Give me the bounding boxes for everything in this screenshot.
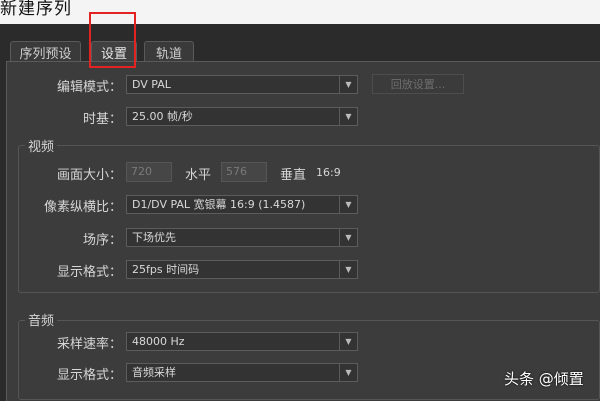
timebase-value: 25.00 帧/秒 — [132, 110, 193, 123]
video-display-format-value: 25fps 时间码 — [132, 263, 200, 276]
tab-label: 轨道 — [155, 46, 182, 62]
video-section-title: 视频 — [25, 136, 58, 155]
sample-rate-label: 采样速率： — [56, 337, 122, 352]
sample-rate-value: 48000 Hz — [132, 335, 185, 348]
pixel-aspect-value: D1/DV PAL 宽银幕 16:9 (1.4587) — [132, 198, 306, 211]
pixel-aspect-select[interactable]: D1/DV PAL 宽银幕 16:9 (1.4587) ▼ — [126, 195, 358, 214]
field-order-label: 场序： — [82, 233, 122, 248]
vertical-label: 垂直 — [280, 168, 307, 183]
edit-mode-label: 编辑模式： — [56, 80, 122, 95]
frame-height-input[interactable]: 576 — [221, 162, 267, 182]
chevron-down-icon: ▼ — [339, 261, 357, 278]
dialog-title-bar: 新建序列 — [0, 0, 600, 24]
video-display-format-select[interactable]: 25fps 时间码 ▼ — [126, 260, 358, 279]
frame-width-input[interactable]: 720 — [126, 162, 172, 182]
field-order-value: 下场优先 — [132, 231, 176, 244]
audio-display-format-select[interactable]: 音频采样 ▼ — [126, 363, 358, 382]
chevron-down-icon: ▼ — [339, 333, 357, 350]
dialog-title: 新建序列 — [0, 0, 72, 19]
tab-strip — [0, 24, 600, 60]
playback-settings-button[interactable]: 回放设置... — [372, 74, 464, 94]
video-display-format-label: 显示格式： — [56, 265, 122, 280]
tab-label: 序列预设 — [19, 46, 72, 62]
field-order-select[interactable]: 下场优先 ▼ — [126, 228, 358, 247]
edit-mode-value: DV PAL — [132, 78, 171, 91]
tab-tracks[interactable]: 轨道 — [144, 41, 194, 62]
chevron-down-icon: ▼ — [339, 76, 357, 93]
audio-display-format-value: 音频采样 — [132, 366, 176, 379]
audio-section-title: 音频 — [25, 310, 58, 329]
sample-rate-select[interactable]: 48000 Hz ▼ — [126, 332, 358, 351]
chevron-down-icon: ▼ — [339, 196, 357, 213]
timebase-select[interactable]: 25.00 帧/秒 ▼ — [126, 107, 358, 126]
watermark-text: 头条 @倾置 — [504, 370, 584, 388]
timebase-label: 时基： — [82, 112, 122, 127]
audio-display-format-label: 显示格式： — [56, 368, 122, 383]
frame-size-label: 画面大小： — [56, 168, 122, 183]
pixel-aspect-label: 像素纵横比： — [43, 200, 122, 215]
tab-label: 设置 — [100, 46, 127, 62]
horizontal-label: 水平 — [185, 168, 212, 183]
edit-mode-select[interactable]: DV PAL ▼ — [126, 75, 358, 94]
aspect-ratio-text: 16:9 — [316, 166, 341, 179]
chevron-down-icon: ▼ — [339, 108, 357, 125]
chevron-down-icon: ▼ — [339, 229, 357, 246]
tab-sequence-presets[interactable]: 序列预设 — [10, 41, 81, 62]
chevron-down-icon: ▼ — [339, 364, 357, 381]
playback-settings-label: 回放设置... — [390, 78, 446, 91]
tab-settings[interactable]: 设置 — [91, 41, 137, 62]
